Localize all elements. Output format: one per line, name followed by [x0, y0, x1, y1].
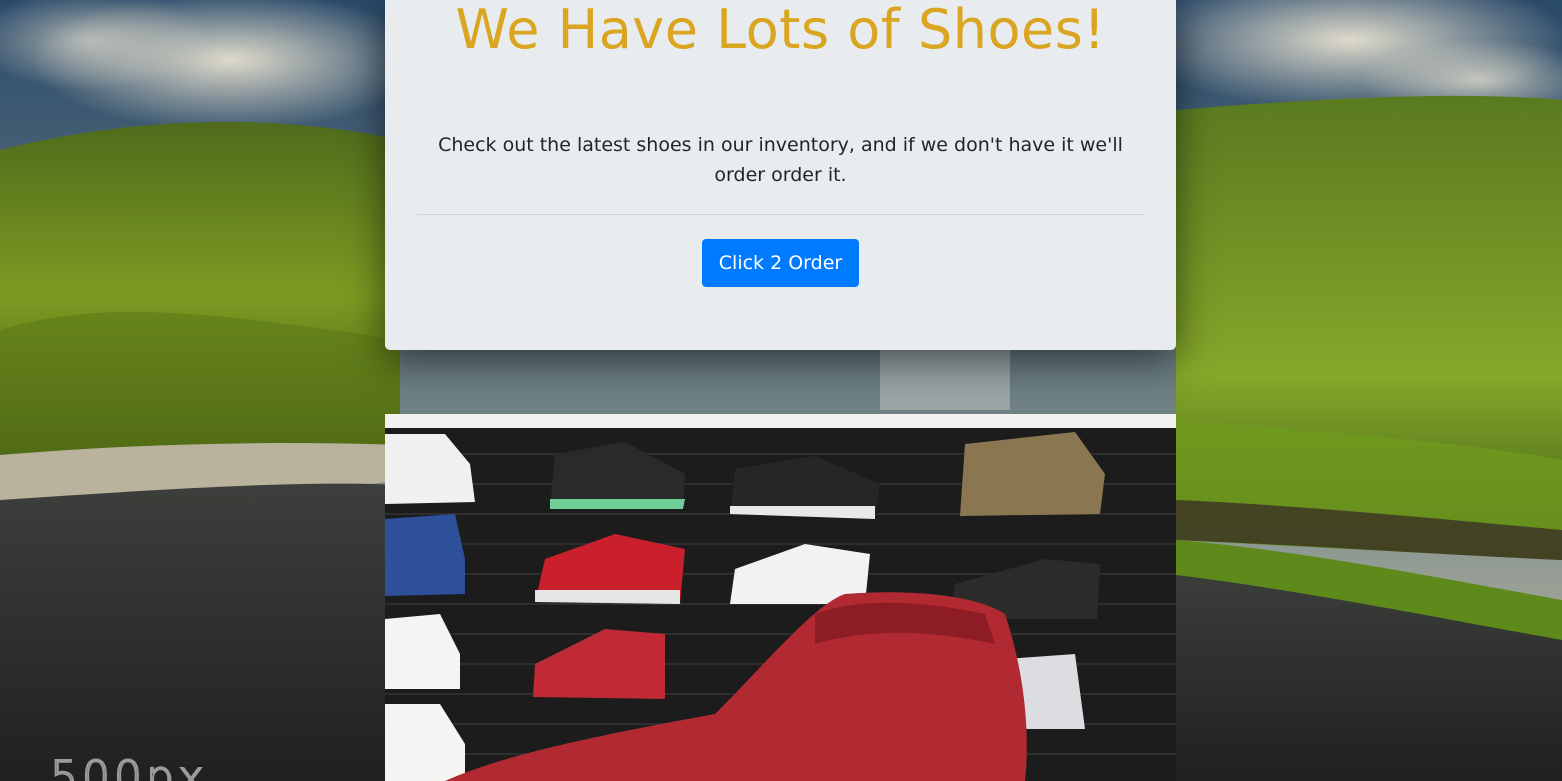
- page-title: We Have Lots of Shoes!: [455, 0, 1106, 61]
- order-button[interactable]: Click 2 Order: [701, 239, 860, 287]
- watermark-logo: 500px: [49, 751, 208, 781]
- lead-text: Check out the latest shoes in our invent…: [438, 134, 1123, 186]
- jumbotron: We Have Lots of Shoes! Check out the lat…: [385, 0, 1176, 350]
- shoe-wall-photo: [385, 414, 1176, 781]
- divider: [417, 214, 1144, 215]
